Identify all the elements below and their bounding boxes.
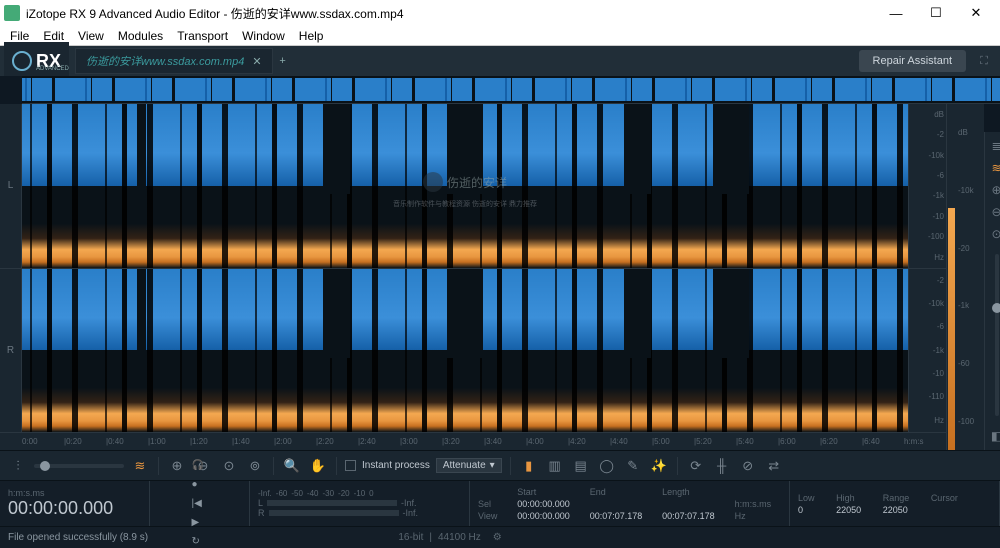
swirl-icon: [12, 51, 32, 71]
minimize-button[interactable]: —: [876, 6, 916, 21]
menu-modules[interactable]: Modules: [112, 27, 169, 45]
select-time-icon[interactable]: ▮: [519, 456, 539, 476]
harmonic-icon[interactable]: ╫: [712, 456, 732, 476]
meter-l-label: L: [258, 498, 263, 508]
hand-tool-icon[interactable]: ✋: [308, 456, 328, 476]
zoom-tool-icon[interactable]: 🔍: [282, 456, 302, 476]
rewind-button[interactable]: |◀: [192, 498, 208, 509]
spectrogram-left[interactable]: 伤逝的安详 音乐制作软件与教程资源 伤逝的安详 鼎力推荐: [22, 104, 908, 268]
app-icon: [4, 5, 20, 21]
meter-r-bar: [269, 510, 399, 516]
invert-sel-icon[interactable]: ⇄: [764, 456, 784, 476]
zoom-fit-icon[interactable]: ⊚: [245, 456, 265, 476]
headphones-icon[interactable]: 🎧: [192, 460, 208, 471]
colormap-icon[interactable]: ◧: [989, 428, 1000, 444]
zoom-out-freq-icon[interactable]: ⊖: [989, 204, 1000, 220]
meter-l-bar: [267, 500, 397, 506]
cursor-tool-icon[interactable]: ⫶: [8, 456, 28, 476]
document-tab[interactable]: 伤逝的安详www.ssdax.com.mp4 ✕: [75, 48, 273, 74]
record-button[interactable]: ●: [192, 479, 208, 490]
instant-process-checkbox[interactable]: [345, 460, 356, 471]
fit-freq-icon[interactable]: ⊙: [989, 226, 1000, 242]
overview-waveform[interactable]: [22, 76, 1000, 104]
repair-assistant-button[interactable]: Repair Assistant: [859, 50, 966, 72]
menu-bar: File Edit View Modules Transport Window …: [0, 26, 1000, 46]
menu-window[interactable]: Window: [236, 27, 291, 45]
meter-scale: dB-10k-20-1k-60-100: [956, 104, 984, 450]
watermark: 伤逝的安详: [423, 172, 507, 192]
lower-toolbar: ⫶ ≋ ⊕ ⊖ ⊙ ⊚ 🔍 ✋ Instant process Attenuat…: [0, 450, 1000, 480]
format-readout: 16-bit | 44100 Hz ⚙: [398, 532, 501, 543]
spectrogram-mode-icon[interactable]: ≋: [130, 456, 150, 476]
menu-transport[interactable]: Transport: [171, 27, 234, 45]
status-message: File opened successfully (8.9 s): [8, 532, 148, 543]
loop-button[interactable]: ↻: [192, 536, 208, 547]
meter-r-label: R: [258, 508, 265, 518]
channel-l-label: L: [0, 104, 22, 268]
vertical-toolbar: ≣ ≋ ⊕ ⊖ ⊙ ◧: [984, 132, 1000, 450]
lasso-icon[interactable]: ◯: [597, 456, 617, 476]
settings-icon[interactable]: ⚙: [493, 532, 502, 543]
blend-slider[interactable]: [995, 254, 999, 416]
attenuate-select[interactable]: Attenuate▾: [436, 458, 502, 473]
spectro-wave-icon[interactable]: ≋: [989, 160, 1000, 176]
batch-icon[interactable]: ⛶: [972, 49, 996, 73]
playhead-time: 00:00:00.000: [8, 498, 141, 519]
watermark-sub: 音乐制作软件与教程资源 伤逝的安详 鼎力推荐: [393, 199, 537, 209]
zoom-freq-icon[interactable]: ⊕: [989, 182, 1000, 198]
wand-icon[interactable]: ✨: [649, 456, 669, 476]
time-ruler[interactable]: 0:00|0:20|0:40|1:00|1:20|1:40|2:00|2:20|…: [0, 432, 946, 450]
deselect-icon[interactable]: ⊘: [738, 456, 758, 476]
spectrogram-right[interactable]: [22, 269, 908, 433]
menu-help[interactable]: Help: [293, 27, 330, 45]
level-meter: [946, 104, 956, 450]
stereo-icon[interactable]: ≣: [989, 138, 1000, 154]
app-edition: ADVANCED: [36, 66, 69, 72]
selection-readout: StartEndLength Sel00:00:00.000h:m:s.ms V…: [478, 487, 781, 521]
close-button[interactable]: ✕: [956, 5, 996, 21]
window-title: iZotope RX 9 Advanced Audio Editor - 伤逝的…: [26, 5, 876, 22]
instant-process-label: Instant process: [362, 460, 430, 471]
menu-view[interactable]: View: [72, 27, 110, 45]
db-ruler-right: -2-10k-6-1k-10-110Hz: [908, 269, 946, 433]
zoom-in-icon[interactable]: ⊕: [167, 456, 187, 476]
maximize-button[interactable]: ☐: [916, 5, 956, 21]
brush-icon[interactable]: ✎: [623, 456, 643, 476]
tab-close-icon[interactable]: ✕: [252, 55, 261, 68]
db-ruler-left: dB-2-10k-6-1k-10-100Hz: [908, 104, 946, 268]
app-logo: RX ADVANCED: [4, 42, 69, 80]
select-freq-icon[interactable]: ▤: [571, 456, 591, 476]
find-similar-icon[interactable]: ⟳: [686, 456, 706, 476]
new-tab-button[interactable]: +: [273, 55, 293, 67]
zoom-sel-icon[interactable]: ⊙: [219, 456, 239, 476]
select-timefreq-icon[interactable]: ▥: [545, 456, 565, 476]
freq-readout: LowHighRangeCursor 02205022050: [798, 493, 991, 515]
opacity-slider[interactable]: [34, 464, 124, 468]
tab-label: 伤逝的安详www.ssdax.com.mp4: [86, 53, 244, 69]
time-format-label: h:m:s.ms: [8, 488, 141, 498]
play-button[interactable]: ▶: [192, 517, 208, 528]
channel-r-label: R: [0, 269, 22, 433]
